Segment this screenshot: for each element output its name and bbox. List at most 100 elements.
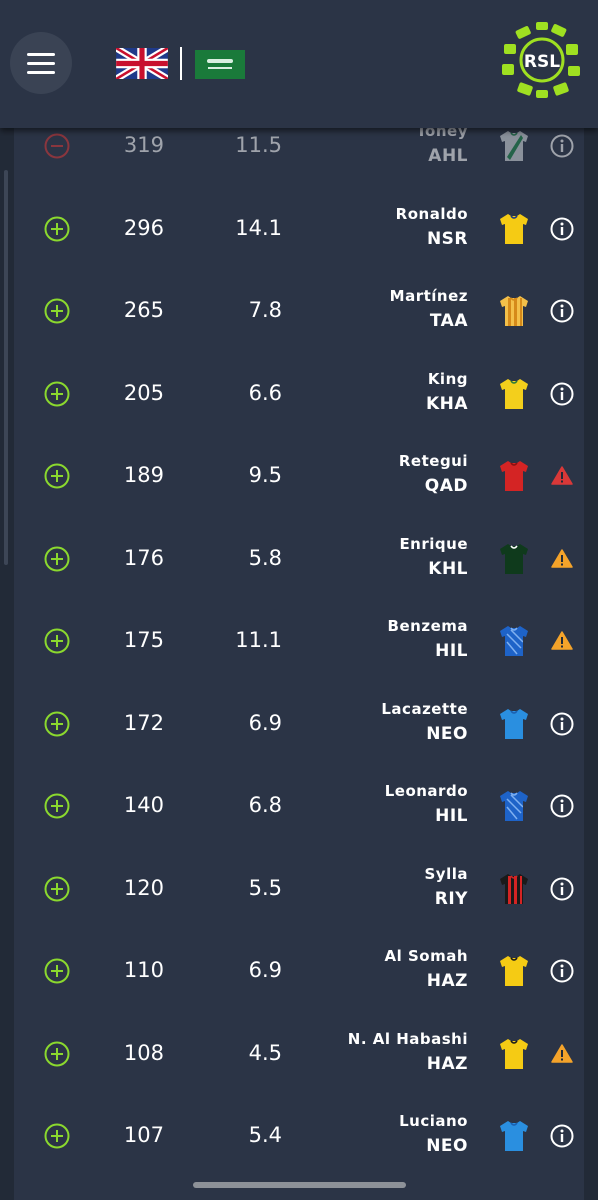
team-kit-icon: [500, 131, 528, 161]
team-kit-icon: [500, 461, 528, 491]
player-name: N. Al Habashi: [347, 1029, 468, 1048]
player-team: KHA: [425, 393, 468, 414]
player-points: 172: [123, 710, 164, 735]
team-kit-icon: [500, 213, 528, 244]
player-name: Martínez: [389, 287, 468, 305]
player-name: Benzema: [387, 617, 468, 635]
player-row[interactable]: 265 7.8 Martínez TAA: [14, 269, 584, 351]
menu-button[interactable]: [10, 32, 72, 94]
player-team: HAZ: [426, 1053, 468, 1074]
player-points: 110: [123, 958, 164, 982]
player-name: Ronaldo: [395, 204, 468, 223]
info-icon[interactable]: [548, 380, 576, 408]
info-icon[interactable]: [548, 297, 576, 325]
injury-warning-icon[interactable]: [548, 462, 576, 490]
add-player-icon[interactable]: [44, 216, 70, 242]
player-name: Sylla: [424, 864, 468, 883]
player-row[interactable]: 296 14.1 Ronaldo NSR: [14, 187, 584, 269]
player-team: HIL: [435, 806, 468, 826]
player-row[interactable]: 107 5.4 Luciano NEO: [14, 1094, 584, 1176]
player-row[interactable]: 140 6.8 Leonardo HIL: [14, 764, 584, 846]
logo-text: RSL: [524, 52, 560, 72]
menu-bar: [27, 70, 55, 74]
player-team: HAZ: [426, 971, 468, 991]
player-name: King: [427, 369, 468, 388]
player-name: Retegui: [398, 452, 468, 470]
info-icon[interactable]: [548, 710, 576, 738]
team-kit-icon: [500, 1121, 528, 1151]
add-player-icon[interactable]: [44, 463, 70, 489]
player-team: NSR: [426, 228, 468, 249]
player-row[interactable]: 172 6.9 Lacazette NEO: [14, 682, 584, 764]
player-team: KHL: [428, 558, 468, 579]
player-points: 296: [123, 215, 164, 240]
info-icon[interactable]: [548, 215, 576, 243]
player-row[interactable]: 176 5.8 Enrique KHL: [14, 517, 584, 599]
player-team: RIY: [434, 888, 468, 909]
player-row[interactable]: 205 6.6 King KHA: [14, 352, 584, 434]
player-points: 120: [123, 875, 164, 900]
saudi-flag-icon[interactable]: [195, 50, 245, 79]
home-indicator[interactable]: [193, 1182, 406, 1188]
add-player-icon[interactable]: [44, 381, 70, 407]
player-name: Leonardo: [384, 782, 468, 800]
player-team: AHL: [428, 146, 468, 166]
app-header: RSL: [0, 0, 598, 128]
add-player-icon[interactable]: [44, 1123, 70, 1149]
player-team: QAD: [424, 476, 468, 496]
player-points: 189: [123, 463, 164, 487]
info-icon[interactable]: [548, 875, 576, 903]
player-name: Lacazette: [381, 699, 468, 718]
team-kit-icon: [500, 956, 528, 986]
saudi-flag-script: [207, 59, 233, 63]
scrollbar-thumb[interactable]: [4, 170, 8, 565]
player-row[interactable]: 108 4.5 N. Al Habashi HAZ: [14, 1012, 584, 1094]
add-player-icon[interactable]: [44, 628, 70, 654]
team-kit-icon: [500, 543, 528, 574]
player-team: TAA: [429, 311, 468, 331]
team-kit-icon: [500, 296, 528, 326]
menu-bar: [27, 52, 55, 56]
rsl-logo[interactable]: RSL: [498, 20, 586, 100]
player-name: Enrique: [399, 534, 468, 553]
add-player-icon[interactable]: [44, 876, 70, 902]
player-team: NEO: [426, 1136, 468, 1156]
info-icon[interactable]: [548, 792, 576, 820]
add-player-icon[interactable]: [44, 958, 70, 984]
add-player-icon[interactable]: [44, 546, 70, 572]
player-row[interactable]: 189 9.5 Retegui QAD: [14, 434, 584, 516]
add-player-icon[interactable]: [44, 793, 70, 819]
player-points: 176: [123, 545, 164, 570]
saudi-flag-sword: [208, 67, 232, 69]
player-row[interactable]: 110 6.9 Al Somah HAZ: [14, 929, 584, 1011]
player-row[interactable]: 175 11.1 Benzema HIL: [14, 599, 584, 681]
info-icon[interactable]: [548, 957, 576, 985]
player-points: 107: [123, 1123, 164, 1147]
player-points: 108: [123, 1040, 164, 1065]
team-kit-icon: [500, 626, 528, 656]
doubtful-warning-icon[interactable]: [548, 627, 576, 655]
team-kit-icon: [500, 791, 528, 821]
player-points: 175: [123, 628, 164, 652]
info-icon[interactable]: [548, 132, 576, 160]
player-team: HIL: [435, 641, 468, 661]
remove-player-icon[interactable]: [44, 133, 70, 159]
player-points: 205: [123, 380, 164, 405]
language-divider: [180, 47, 182, 80]
uk-flag-icon[interactable]: [116, 48, 168, 79]
player-row[interactable]: 120 5.5 Sylla RIY: [14, 847, 584, 929]
menu-bar: [27, 61, 55, 65]
player-name: Luciano: [399, 1112, 468, 1130]
team-kit-icon: [500, 873, 528, 904]
player-name: Al Somah: [384, 947, 468, 965]
player-team: NEO: [426, 723, 468, 744]
info-icon[interactable]: [548, 1122, 576, 1150]
doubtful-warning-icon[interactable]: [548, 545, 576, 573]
player-points: 265: [123, 298, 164, 322]
add-player-icon[interactable]: [44, 298, 70, 324]
add-player-icon[interactable]: [44, 711, 70, 737]
add-player-icon[interactable]: [44, 1041, 70, 1067]
team-kit-icon: [500, 708, 528, 739]
doubtful-warning-icon[interactable]: [548, 1040, 576, 1068]
player-points: 319: [123, 133, 164, 157]
